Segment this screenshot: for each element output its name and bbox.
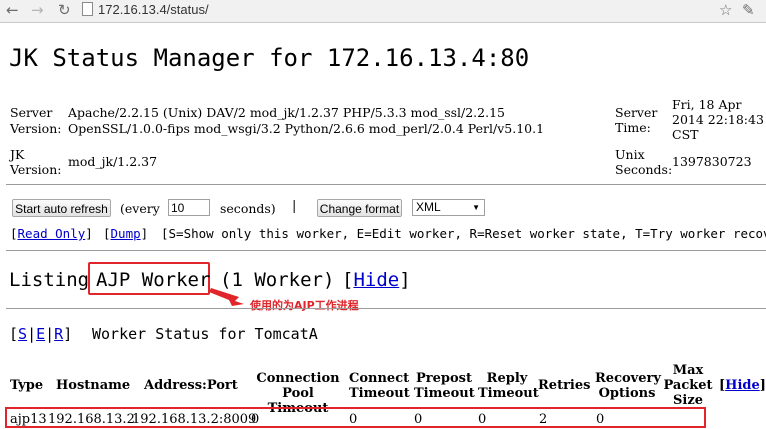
page-icon (82, 2, 93, 16)
back-icon[interactable]: ← (6, 1, 19, 19)
unix-seconds-value: 1397830723 (672, 154, 752, 169)
cell-type: ajp13 (10, 412, 47, 427)
reset-worker-link[interactable]: R (54, 325, 63, 343)
start-auto-refresh-button[interactable]: Start auto refresh (12, 199, 111, 217)
separator: | (27, 325, 37, 343)
col-hostname: Hostname (56, 378, 131, 393)
version-label: Version: (10, 121, 62, 136)
refresh-interval-input[interactable] (168, 199, 210, 216)
server-value: Apache/2.2.15 (Unix) DAV/2 mod_jk/1.2.37… (68, 105, 505, 120)
hide-column-link[interactable]: Hide (725, 378, 760, 393)
bracket: ] (85, 226, 93, 241)
address-bar[interactable]: 172.16.13.4/status/ (82, 0, 702, 20)
bracket: ] (759, 378, 766, 393)
bracket: ] (63, 325, 73, 343)
server-time-value-1: Fri, 18 Apr (672, 97, 742, 112)
col-label-line: Timeout (478, 386, 539, 401)
col-label-line: Size (673, 393, 703, 408)
listing-prefix: Listing (9, 269, 90, 291)
divider (6, 184, 766, 185)
jk-version-value: mod_jk/1.2.37 (68, 154, 158, 169)
divider (6, 308, 766, 309)
show-worker-link[interactable]: S (18, 325, 27, 343)
col-hide: [Hide] (719, 378, 766, 393)
change-format-button[interactable]: Change format (317, 199, 402, 217)
wrench-icon[interactable]: ✎ (742, 1, 755, 19)
format-select-value: XML (416, 200, 441, 214)
col-label-line: Reply (486, 371, 528, 386)
unix-label-2: Seconds: (615, 162, 673, 177)
col-label-line: Packet (663, 378, 713, 393)
legend-text: [S=Show only this worker, E=Edit worker,… (161, 226, 766, 241)
col-label-line: Options (598, 386, 656, 401)
col-label-line: Connect (349, 371, 410, 386)
col-label-line: Recovery (595, 371, 661, 386)
col-max-packet-size: Max Packet Size (663, 363, 713, 408)
server-label: Server (10, 105, 52, 121)
worker-status-title: Worker Status for TomcatA (92, 325, 318, 343)
format-select[interactable]: XML ▼ (412, 199, 485, 216)
browser-toolbar: ← → ↻ 172.16.13.4/status/ ☆ ✎ (0, 0, 766, 23)
chevron-down-icon: ▼ (472, 203, 480, 212)
server-label-text: Server (10, 105, 53, 120)
col-address: Address:Port (144, 378, 238, 393)
col-connect-timeout: Connect Timeout (349, 371, 410, 401)
cell-connect-timeout: 0 (349, 412, 358, 427)
cell-retries: 2 (539, 412, 548, 427)
bracket: [ (103, 226, 111, 241)
bracket: [ (9, 325, 19, 343)
unix-label-1: Unix (615, 147, 645, 162)
every-label: (every (120, 201, 160, 216)
dump-link[interactable]: Dump (111, 226, 141, 241)
cell-reply-timeout: 0 (478, 412, 487, 427)
dump-links: [Dump] (103, 226, 148, 241)
read-only-link[interactable]: Read Only (18, 226, 86, 241)
divider (6, 250, 766, 251)
jk-label-line1: JK (10, 147, 25, 162)
url-text: 172.16.13.4/status/ (98, 2, 209, 17)
page-title: JK Status Manager for 172.16.13.4:80 (9, 44, 530, 72)
version-value: OpenSSL/1.0.0-fips mod_wsgi/3.2 Python/2… (68, 121, 545, 136)
col-label-line: Max (672, 363, 704, 378)
cell-recovery-options: 0 (596, 412, 605, 427)
worker-actions: [S|E|R] (9, 325, 72, 343)
cell-conn-pool-timeout: 0 (251, 412, 260, 427)
reload-icon[interactable]: ↻ (58, 1, 71, 19)
bracket: [ (10, 226, 18, 241)
col-type: Type (10, 378, 44, 393)
jk-label-line2: Version: (10, 162, 62, 177)
server-time-value-3: CST (672, 127, 699, 142)
annotation-arrow-icon (209, 288, 244, 306)
separator: | (292, 199, 297, 214)
col-label-line: Timeout (349, 386, 410, 401)
col-reply-timeout: Reply Timeout (478, 371, 539, 401)
col-retries: Retries (538, 378, 591, 393)
bracket: ] (140, 226, 149, 241)
separator: | (45, 325, 55, 343)
col-label-line: Connection (256, 371, 340, 386)
forward-icon[interactable]: → (31, 1, 44, 19)
seconds-label: seconds) (220, 201, 276, 216)
col-label-line: Timeout (414, 386, 475, 401)
server-time-label-1: Server (615, 105, 658, 120)
cell-hostname: 192.168.13.2 (48, 412, 135, 427)
cell-address: 192.168.13.2:8009 (132, 412, 257, 427)
col-label-line: Prepost (416, 371, 472, 386)
col-prepost-timeout: Prepost Timeout (414, 371, 475, 401)
edit-worker-link[interactable]: E (36, 325, 45, 343)
col-recovery-options: Recovery Options (595, 371, 661, 401)
bracket: [ (342, 269, 354, 291)
listing-heading: Listing (9, 269, 89, 291)
server-time-label-2: Time: (615, 120, 651, 135)
server-time-value-2: 2014 22:18:43 (672, 112, 764, 127)
worker-type: AJP Worker (96, 269, 211, 291)
cell-prepost-timeout: 0 (414, 412, 423, 427)
hide-link[interactable]: Hide (353, 269, 399, 291)
listing-hide: [Hide] (342, 269, 411, 291)
bracket: ] (399, 269, 411, 291)
annotation-text: 使用的为AJP工作进程 (250, 299, 359, 312)
view-links: [Read Only] (10, 226, 93, 241)
star-icon[interactable]: ☆ (719, 1, 732, 19)
